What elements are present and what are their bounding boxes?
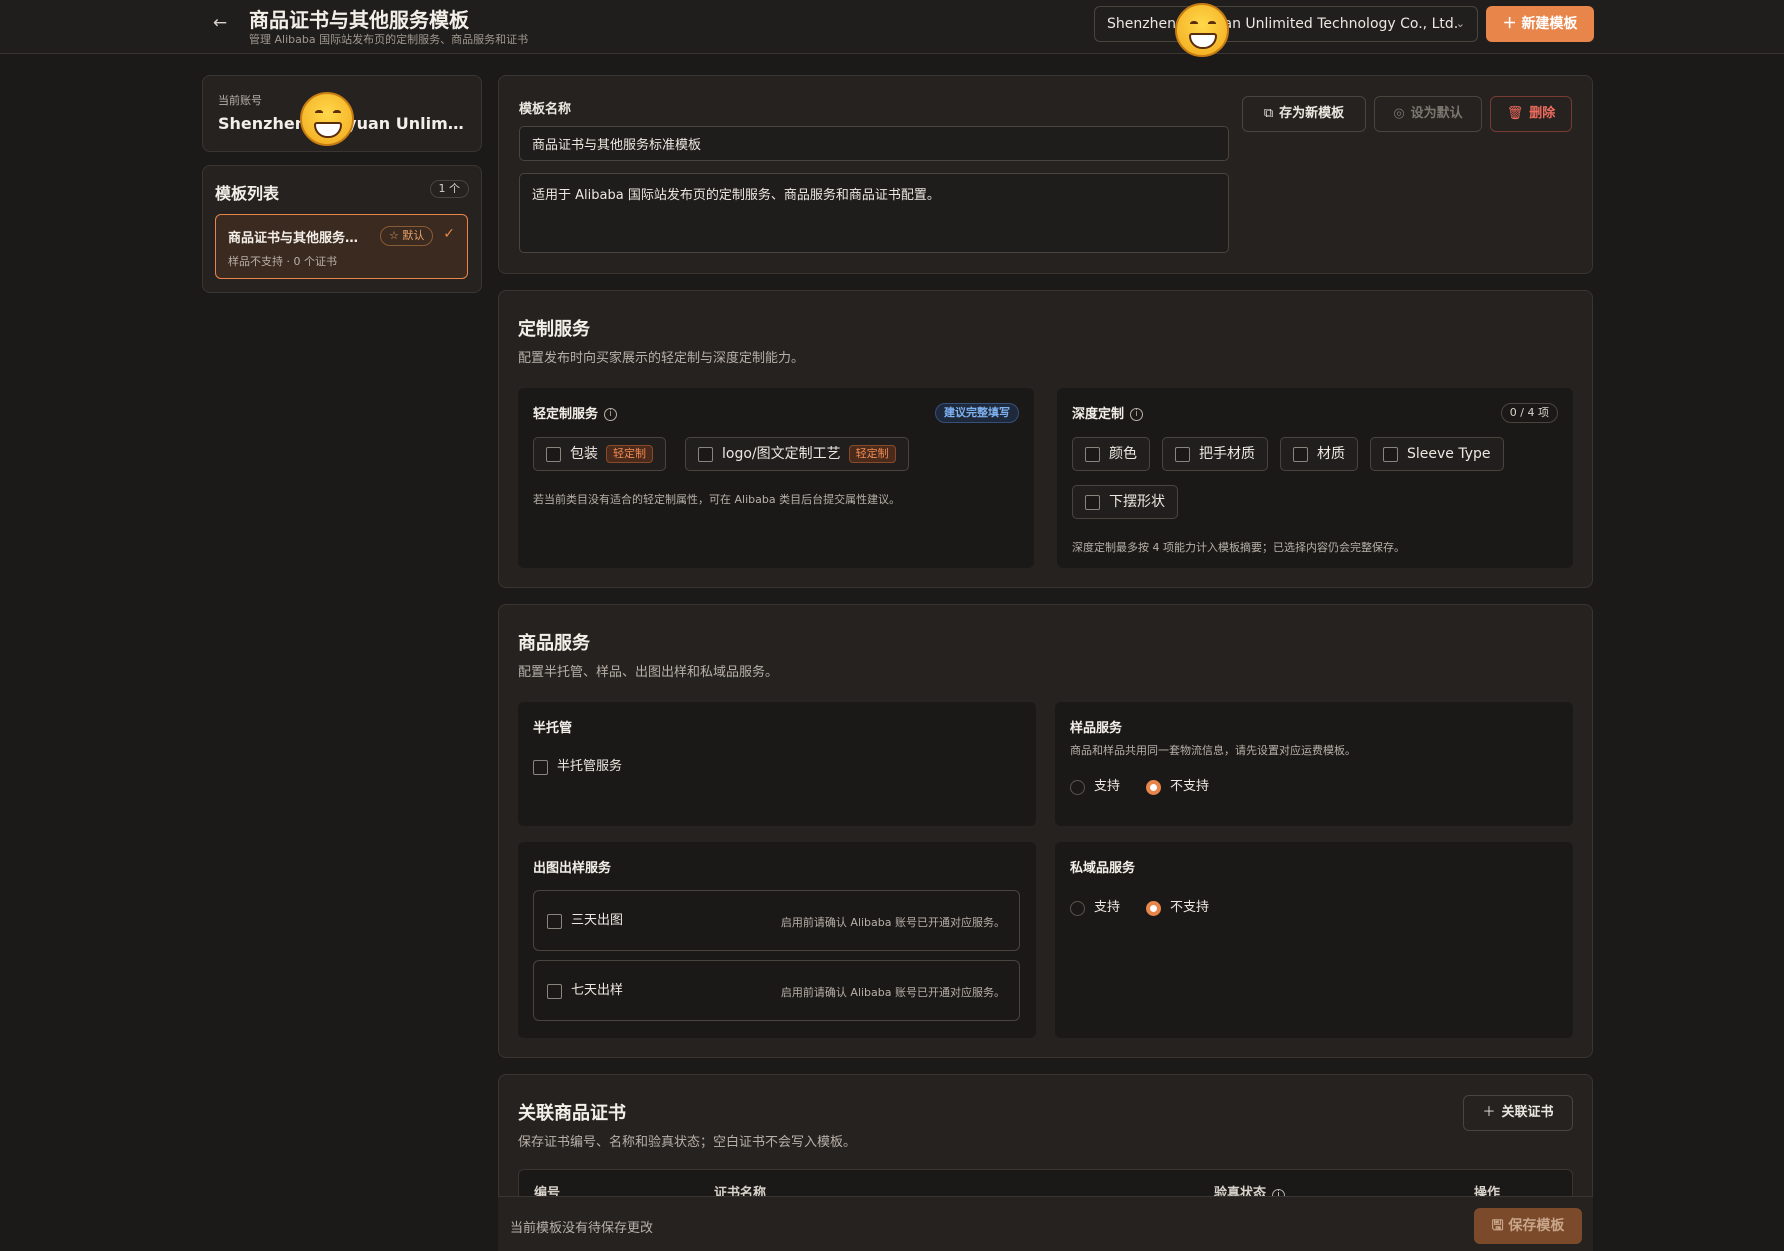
page-title: 商品证书与其他服务模板 xyxy=(249,8,469,32)
private-support-radio[interactable]: 支持 xyxy=(1070,900,1120,916)
product-service-title: 商品服务 xyxy=(518,633,590,654)
grinning-emoji-icon xyxy=(1175,3,1229,57)
set-default-label: 设为默认 xyxy=(1410,106,1463,121)
custom-service-desc: 配置发布时向买家展示的轻定制与深度定制能力。 xyxy=(518,351,805,366)
option-label: logo/图文定制工艺 xyxy=(722,446,841,462)
save-footer-bar: 当前模板没有待保存更改 🖫 保存模板 xyxy=(498,1196,1593,1251)
deep-custom-card: 深度定制 i 0 / 4 项 颜色 把手材质 材质 Sleeve Type 下摆形… xyxy=(1057,388,1573,568)
delete-button[interactable]: 🗑 删除 xyxy=(1490,96,1572,132)
deep-option-handle-material[interactable]: 把手材质 xyxy=(1162,437,1268,471)
link-certificate-label: 关联证书 xyxy=(1501,1105,1554,1120)
render-sample-title: 出图出样服务 xyxy=(533,861,612,876)
semi-managed-title: 半托管 xyxy=(533,721,573,736)
sample-service-desc: 商品和样品共用同一套物流信息，请先设置对应运费模板。 xyxy=(1070,744,1356,757)
light-custom-card: 轻定制服务 i 建议完整填写 包装 轻定制 logo/图文定制工艺 轻定制 若当前类目… xyxy=(518,388,1034,568)
certificates-title: 关联商品证书 xyxy=(518,1103,626,1124)
template-count-badge: 1 个 xyxy=(429,180,469,198)
new-template-label: 新建模板 xyxy=(1521,16,1578,32)
seven-day-sample-option[interactable]: 七天出样 启用前请确认 Alibaba 账号已开通对应服务。 xyxy=(533,960,1020,1021)
deep-option-sleeve-type[interactable]: Sleeve Type xyxy=(1370,437,1504,471)
seven-day-sample-checkbox[interactable]: 七天出样 xyxy=(547,983,623,999)
template-list-panel: 模板列表 1 个 商品证书与其他服务标准模板 ☆ 默认 ✓ 样品不支持 · 0 … xyxy=(202,165,482,293)
deep-option-color[interactable]: 颜色 xyxy=(1072,437,1150,471)
private-service-card: 私域品服务 支持 不支持 xyxy=(1055,842,1573,1038)
template-item-meta: 样品不支持 · 0 个证书 xyxy=(228,255,337,268)
certificates-desc: 保存证书编号、名称和验真状态；空白证书不会写入模板。 xyxy=(518,1135,857,1150)
sample-service-card: 样品服务 商品和样品共用同一套物流信息，请先设置对应运费模板。 支持 不支持 xyxy=(1055,702,1573,826)
link-certificate-button[interactable]: ＋ 关联证书 xyxy=(1463,1095,1573,1131)
page-subtitle: 管理 Alibaba 国际站发布页的定制服务、商品服务和证书 xyxy=(249,33,529,46)
light-option-logo[interactable]: logo/图文定制工艺 轻定制 xyxy=(685,437,909,471)
save-template-label: 保存模板 xyxy=(1508,1218,1565,1234)
product-service-desc: 配置半托管、样品、出图出样和私域品服务。 xyxy=(518,665,779,680)
plus-icon: ＋ xyxy=(1502,16,1522,32)
light-custom-tag: 轻定制 xyxy=(606,445,653,463)
three-day-render-checkbox[interactable]: 三天出图 xyxy=(547,913,623,929)
template-name-input[interactable] xyxy=(519,126,1229,161)
private-not-support-radio[interactable]: 不支持 xyxy=(1146,900,1209,916)
account-selector-value: Shenzhen Kuoyuan Unlimited Technology Co… xyxy=(1107,16,1459,32)
check-icon: ✓ xyxy=(443,226,455,242)
custom-service-section: 定制服务 配置发布时向买家展示的轻定制与深度定制能力。 轻定制服务 i 建议完整填… xyxy=(498,290,1593,588)
deep-custom-note: 深度定制最多按 4 项能力计入模板摘要；已选择内容仍会完整保存。 xyxy=(1072,541,1405,554)
new-template-button[interactable]: ＋ 新建模板 xyxy=(1486,6,1594,42)
back-arrow-icon[interactable]: ← xyxy=(207,10,233,36)
three-day-render-note: 启用前请确认 Alibaba 账号已开通对应服务。 xyxy=(780,916,1005,929)
semi-managed-card: 半托管 半托管服务 xyxy=(518,702,1036,826)
light-custom-title-text: 轻定制服务 xyxy=(533,407,599,422)
template-description-textarea[interactable]: 适用于 Alibaba 国际站发布页的定制服务、商品服务和商品证书配置。 xyxy=(519,173,1229,253)
light-custom-note: 若当前类目没有适合的轻定制属性，可在 Alibaba 类目后台提交属性建议。 xyxy=(533,493,901,506)
save-template-button[interactable]: 🖫 保存模板 xyxy=(1474,1208,1582,1244)
deep-option-material[interactable]: 材质 xyxy=(1280,437,1358,471)
deep-custom-title: 深度定制 i xyxy=(1072,403,1144,422)
light-custom-tag: 轻定制 xyxy=(848,445,896,463)
check-circle-icon: ◎ xyxy=(1393,106,1405,121)
copy-icon: ⧉ xyxy=(1263,106,1274,121)
trash-icon: 🗑 xyxy=(1506,106,1524,121)
private-service-title: 私域品服务 xyxy=(1070,861,1136,876)
chevron-down-icon: ⌄ xyxy=(1455,17,1465,30)
light-custom-title: 轻定制服务 i xyxy=(533,403,618,422)
unsaved-status-text: 当前模板没有待保存更改 xyxy=(510,1221,654,1236)
delete-label: 删除 xyxy=(1529,106,1556,121)
template-item-name: 商品证书与其他服务标准模板 xyxy=(228,231,368,246)
semi-managed-checkbox[interactable]: 半托管服务 xyxy=(533,759,622,775)
template-list-item[interactable]: 商品证书与其他服务标准模板 ☆ 默认 ✓ 样品不支持 · 0 个证书 xyxy=(215,214,468,279)
current-account-label: 当前账号 xyxy=(218,94,262,107)
star-icon: ☆ xyxy=(389,229,403,242)
product-service-section: 商品服务 配置半托管、样品、出图出样和私域品服务。 半托管 半托管服务 样品服务… xyxy=(498,604,1593,1058)
template-name-label: 模板名称 xyxy=(519,102,572,117)
light-option-packaging[interactable]: 包装 轻定制 xyxy=(533,437,666,471)
complete-hint-badge: 建议完整填写 xyxy=(935,403,1019,423)
set-default-button[interactable]: ◎ 设为默认 xyxy=(1374,96,1482,132)
save-as-new-template-button[interactable]: ⧉ 存为新模板 xyxy=(1242,96,1366,132)
deep-option-hem-shape[interactable]: 下摆形状 xyxy=(1072,485,1178,519)
info-icon[interactable]: i xyxy=(604,408,618,421)
seven-day-sample-note: 启用前请确认 Alibaba 账号已开通对应服务。 xyxy=(780,986,1005,999)
option-label: 包装 xyxy=(570,446,598,462)
info-icon[interactable]: i xyxy=(1130,408,1144,421)
three-day-render-option[interactable]: 三天出图 启用前请确认 Alibaba 账号已开通对应服务。 xyxy=(533,890,1020,951)
account-selector[interactable]: Shenzhen Kuoyuan Unlimited Technology Co… xyxy=(1094,6,1478,42)
sample-not-support-radio[interactable]: 不支持 xyxy=(1146,779,1209,795)
deep-custom-title-text: 深度定制 xyxy=(1072,407,1125,422)
top-bar: ← 商品证书与其他服务模板 管理 Alibaba 国际站发布页的定制服务、商品服… xyxy=(0,0,1784,54)
default-badge: ☆ 默认 xyxy=(380,226,434,246)
default-badge-label: 默认 xyxy=(402,229,425,242)
sample-support-radio[interactable]: 支持 xyxy=(1070,779,1120,795)
template-list-title: 模板列表 xyxy=(215,184,280,203)
grinning-emoji-icon xyxy=(300,92,354,146)
save-as-new-label: 存为新模板 xyxy=(1279,106,1345,121)
sample-service-title: 样品服务 xyxy=(1070,721,1123,736)
deep-custom-count: 0 / 4 项 xyxy=(1500,403,1558,423)
template-info-card: 模板名称 适用于 Alibaba 国际站发布页的定制服务、商品服务和商品证书配置… xyxy=(498,75,1593,274)
save-icon: 🖫 xyxy=(1491,1218,1509,1234)
custom-service-title: 定制服务 xyxy=(518,319,590,340)
plus-icon: ＋ xyxy=(1482,1105,1496,1120)
render-sample-card: 出图出样服务 三天出图 启用前请确认 Alibaba 账号已开通对应服务。 七天… xyxy=(518,842,1036,1038)
